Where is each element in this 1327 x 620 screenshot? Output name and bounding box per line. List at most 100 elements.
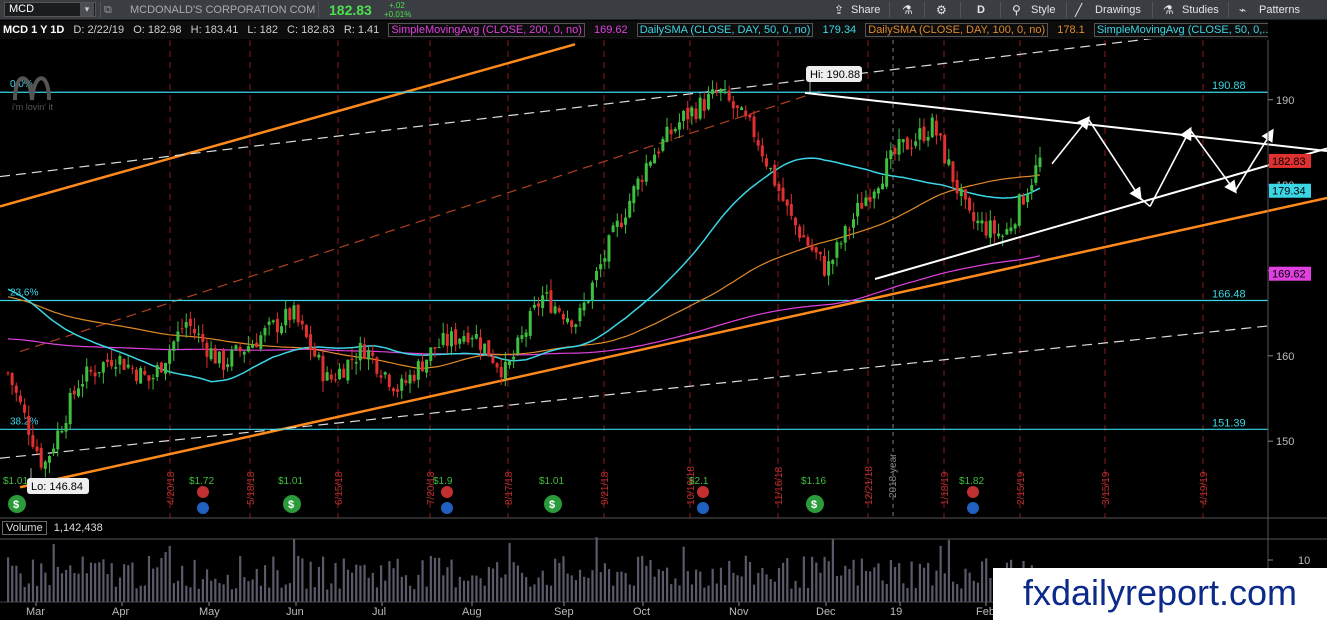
volume-bar [628,584,631,602]
volume-bar [554,558,557,602]
candle-body [856,202,860,217]
candle-body [777,184,781,191]
candle-body [354,362,358,364]
volume-bar [268,587,271,602]
candle-body [416,361,420,380]
volume-bar [309,561,312,602]
volume-bar [902,583,905,602]
candle-body [180,328,184,330]
earnings-icon [441,486,453,498]
volume-bar [686,571,689,602]
volume-bar [263,565,267,602]
volume-bar [404,575,408,602]
volume-bar [73,573,76,602]
symbol-dropdown-icon[interactable]: ▾ [80,3,94,16]
x-tick-label: Nov [729,606,749,618]
candle-body [6,372,10,374]
candle-body [532,304,536,308]
volume-bar [409,585,412,602]
y-tick-label: 150 [1276,436,1294,448]
candle-body [578,307,582,322]
volume-bar [989,577,992,602]
dividend-amount: $1.01 [539,476,564,487]
volume-bar [927,562,930,602]
patterns-button[interactable]: Patterns [1259,0,1300,20]
share-button[interactable]: Share [851,0,880,20]
candle-body [404,380,408,384]
event-date-label: 4/19/19 [1199,471,1210,505]
candle-body [1017,194,1021,226]
candle-body [338,368,342,380]
volume-bar [877,563,880,602]
candle-body [437,346,441,348]
volume-bar [375,587,379,602]
volume-bar [36,585,39,602]
volume-bar [239,556,242,602]
volume-bar [210,580,213,602]
volume-bar [736,575,739,602]
candle-body [661,138,665,151]
candle-body [595,271,599,281]
interval-button[interactable]: D [977,0,985,20]
volume-bar [744,555,747,602]
volume-bar [595,537,598,602]
volume-title[interactable]: Volume [2,521,47,535]
volume-bar [898,563,901,602]
candle-body [599,264,603,270]
flask-icon[interactable]: ⚗ [902,0,913,20]
candle-body [39,447,43,468]
drawings-button[interactable]: Drawings [1095,0,1141,20]
volume-bar [292,539,296,602]
volume-bar [794,580,797,602]
price-chart[interactable]: 4/20/18 5/18/18 6/15/18 7/20/18 8/17/18 9/21/… [0,0,1327,620]
dividend-amount: $1.01 [278,476,303,487]
x-tick-label: Apr [112,606,129,618]
candle-body [23,404,27,413]
candle-body [507,361,511,366]
candle-body [549,290,553,313]
candle-body [603,258,607,262]
volume-bar [127,565,130,602]
volume-bar [247,581,250,602]
candle-body [628,200,632,218]
volume-bar [951,581,955,602]
candle-body [827,261,831,276]
studies-button[interactable]: Studies [1182,0,1219,20]
earnings-info-icon [197,502,209,514]
volume-bar [844,565,847,602]
volume-bar [152,568,155,602]
style-button[interactable]: Style [1031,0,1055,20]
volume-bar [334,563,337,602]
volume-bar [947,539,951,602]
candle-body [512,356,516,360]
candle-body [134,369,138,382]
volume-tick-label: 10 [1298,555,1310,567]
candle-body [1005,229,1009,235]
volume-bar [15,565,18,602]
candle-body [168,350,172,364]
candle-body [582,302,586,311]
divider [1228,2,1229,18]
sma100-label[interactable]: DailySMA (CLOSE, DAY, 100, 0, no) [865,23,1049,37]
volume-bar [243,577,246,602]
gear-icon[interactable]: ⚙ [936,0,947,20]
company-name[interactable]: MCDONALD'S CORPORATION COM [130,0,315,20]
volume-bar [545,584,548,602]
volume-bar [512,562,515,602]
volume-bar [392,568,395,602]
bar-close: C: 182.83 [287,24,335,36]
volume-bar [396,558,399,602]
candle-body [147,375,151,381]
sma50-label[interactable]: DailySMA (CLOSE, DAY, 50, 0, no) [636,23,814,37]
candle-body [230,349,234,367]
sma50b-label[interactable]: SimpleMovingAvg (CLOSE, 50, 0,... [1093,23,1268,37]
company-link-icon[interactable]: ⧉ [104,0,112,20]
sma200-label[interactable]: SimpleMovingAvg (CLOSE, 200, 0, no) [388,23,585,37]
volume-bar [893,566,897,602]
candle-body [391,388,395,392]
volume-bar [889,559,892,602]
y-tick-label: 160 [1276,351,1294,363]
volume-bar [85,573,88,602]
dividend-amount: $1.9 [433,476,453,487]
candle-body [876,188,880,194]
